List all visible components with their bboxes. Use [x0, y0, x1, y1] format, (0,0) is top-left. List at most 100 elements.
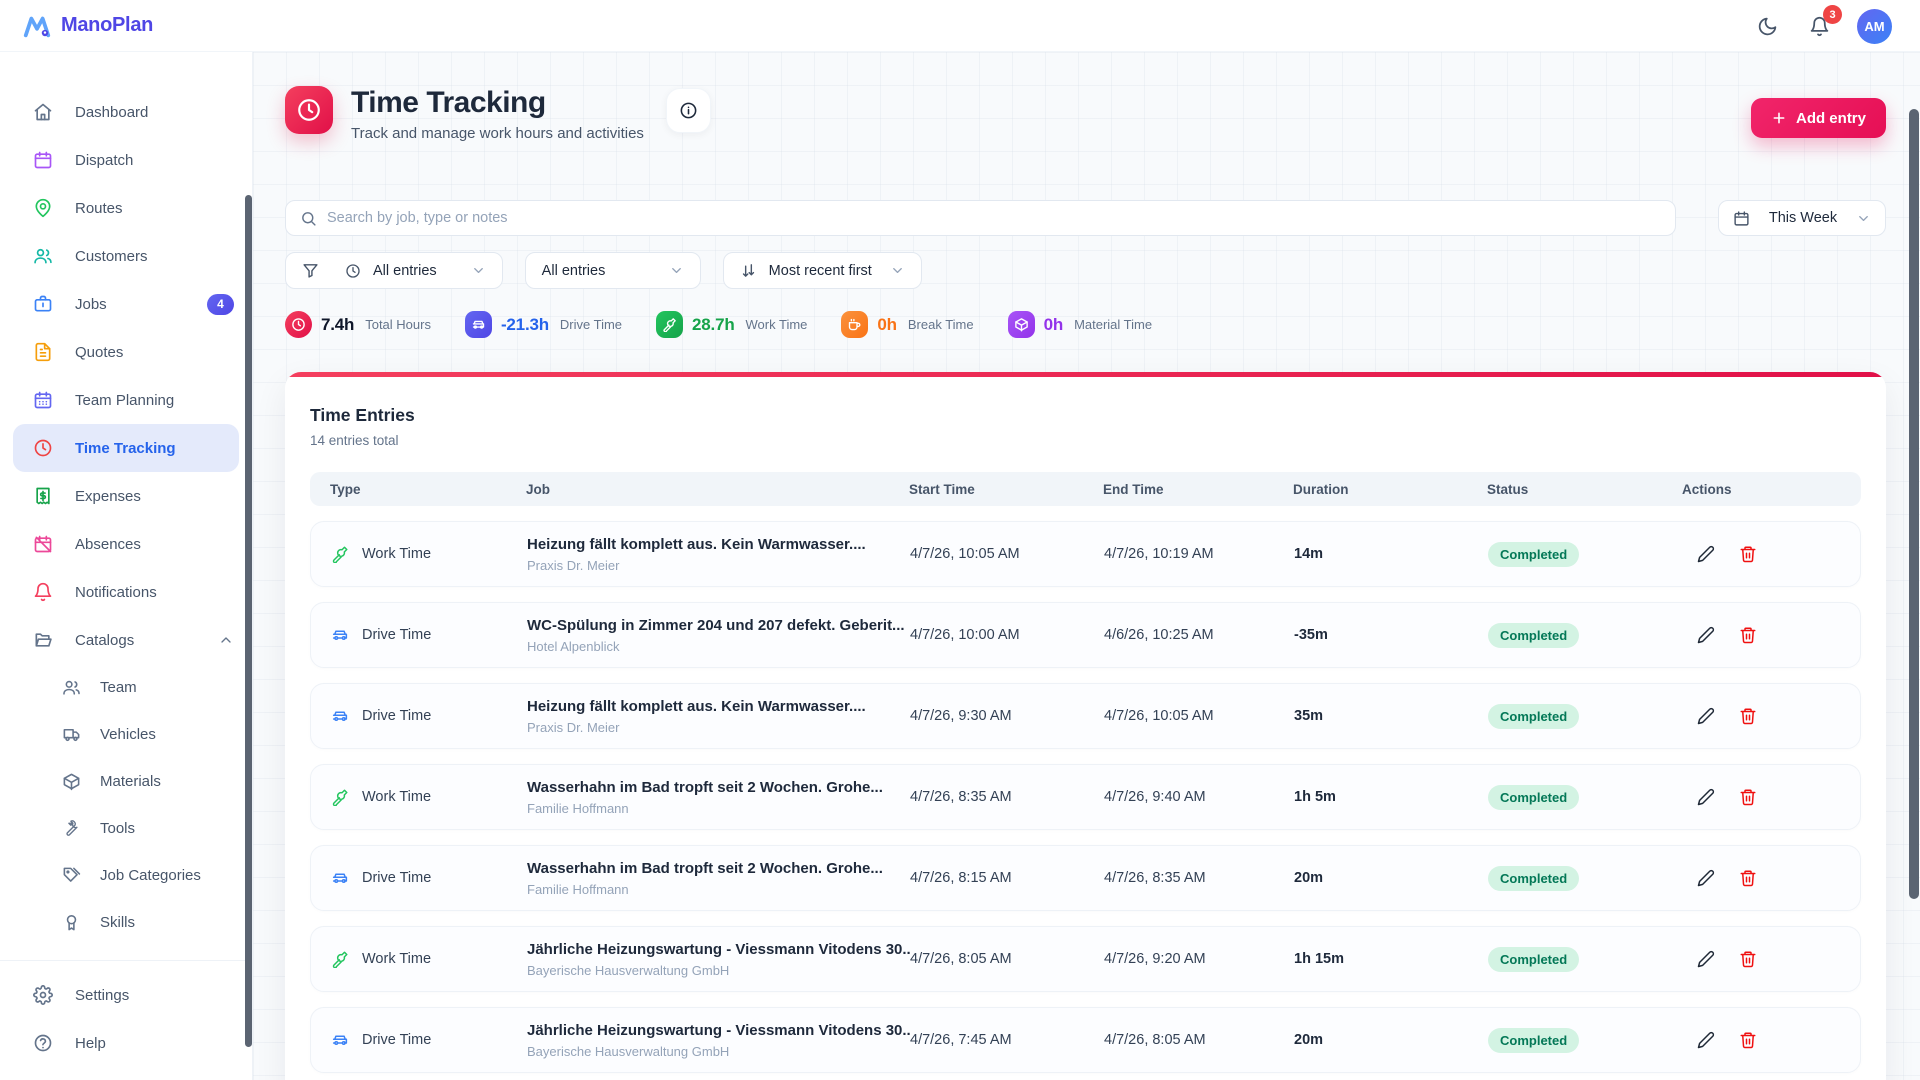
stat-material-time: 0h Material Time — [1008, 311, 1152, 338]
entry-duration: -35m — [1294, 627, 1488, 643]
entry-client: Praxis Dr. Meier — [527, 558, 910, 573]
info-button[interactable] — [666, 88, 711, 133]
edit-entry-button[interactable] — [1695, 948, 1717, 970]
table-row[interactable]: Work Time Wasserhahn im Bad tropft seit … — [310, 764, 1861, 830]
entry-end-time: 4/7/26, 9:20 AM — [1104, 951, 1294, 967]
sidebar-item-customers[interactable]: Customers — [0, 232, 252, 280]
status-filter-dropdown[interactable]: All entries — [525, 252, 701, 289]
status-badge: Completed — [1488, 1028, 1579, 1053]
sidebar-item-jobs[interactable]: Jobs 4 — [0, 280, 252, 328]
table-row[interactable]: Drive Time Jährliche Heizungswartung - V… — [310, 1007, 1861, 1073]
sort-value: Most recent first — [769, 263, 872, 279]
delete-entry-button[interactable] — [1737, 1029, 1759, 1051]
sidebar-item-expenses[interactable]: Expenses — [0, 472, 252, 520]
file-text-icon — [33, 342, 53, 362]
delete-entry-button[interactable] — [1737, 705, 1759, 727]
sidebar-item-team[interactable]: Team — [0, 664, 252, 711]
sidebar-item-time-tracking[interactable]: Time Tracking — [13, 424, 239, 472]
column-actions: Actions — [1682, 482, 1861, 497]
delete-entry-button[interactable] — [1737, 867, 1759, 889]
delete-entry-button[interactable] — [1737, 948, 1759, 970]
notifications-button[interactable]: 3 — [1805, 12, 1833, 40]
brand-logo[interactable]: ManoPlan — [0, 11, 253, 41]
pencil-icon — [1697, 626, 1715, 644]
add-entry-button[interactable]: Add entry — [1751, 98, 1886, 138]
stat-drive-time: -21.3h Drive Time — [465, 311, 622, 338]
entry-client: Hotel Alpenblick — [527, 639, 910, 654]
page-scrollbar[interactable] — [1909, 109, 1919, 899]
sidebar-item-notifications[interactable]: Notifications — [0, 568, 252, 616]
search-bar[interactable] — [285, 200, 1676, 236]
stats-row: 7.4h Total Hours -21.3h Drive Time 28.7h… — [285, 311, 1886, 338]
page-title: Time Tracking — [351, 86, 644, 119]
sidebar-item-label: Notifications — [75, 584, 157, 601]
entry-job-title: Jährliche Heizungswartung - Viessmann Vi… — [527, 941, 910, 958]
entry-type: Drive Time — [362, 708, 431, 724]
sidebar-item-label: Skills — [100, 914, 135, 931]
table-row[interactable]: Drive Time Wasserhahn im Bad tropft seit… — [310, 845, 1861, 911]
pencil-icon — [1697, 707, 1715, 725]
sidebar-scrollbar[interactable] — [245, 195, 252, 1047]
table-row[interactable]: Drive Time WC-Spülung in Zimmer 204 und … — [310, 602, 1861, 668]
sidebar-item-absences[interactable]: Absences — [0, 520, 252, 568]
award-icon — [62, 913, 81, 932]
delete-entry-button[interactable] — [1737, 786, 1759, 808]
column-end-time: End Time — [1103, 482, 1293, 497]
table-row[interactable]: Work Time Heizung fällt komplett aus. Ke… — [310, 521, 1861, 587]
column-status: Status — [1487, 482, 1682, 497]
edit-entry-button[interactable] — [1695, 543, 1717, 565]
dark-mode-toggle[interactable] — [1753, 12, 1781, 40]
clock-icon — [33, 438, 53, 458]
sidebar-item-dispatch[interactable]: Dispatch — [0, 136, 252, 184]
trash-icon — [1739, 1031, 1757, 1049]
entry-start-time: 4/7/26, 9:30 AM — [910, 708, 1104, 724]
funnel-icon — [302, 262, 319, 279]
table-row[interactable]: Work Time Jährliche Heizungswartung - Vi… — [310, 926, 1861, 992]
edit-entry-button[interactable] — [1695, 786, 1717, 808]
edit-entry-button[interactable] — [1695, 705, 1717, 727]
column-job: Job — [526, 482, 909, 497]
sidebar-item-vehicles[interactable]: Vehicles — [0, 711, 252, 758]
date-range-label: This Week — [1769, 210, 1837, 226]
entry-client: Familie Hoffmann — [527, 882, 910, 897]
edit-entry-button[interactable] — [1695, 867, 1717, 889]
sidebar-item-label: Quotes — [75, 344, 123, 361]
sidebar-item-routes[interactable]: Routes — [0, 184, 252, 232]
sidebar-item-materials[interactable]: Materials — [0, 758, 252, 805]
entry-end-time: 4/7/26, 8:35 AM — [1104, 870, 1294, 886]
sidebar-item-team-planning[interactable]: Team Planning — [0, 376, 252, 424]
sort-dropdown[interactable]: Most recent first — [723, 252, 922, 289]
type-filter-dropdown[interactable]: All entries — [285, 252, 503, 289]
sidebar-item-skills[interactable]: Skills — [0, 899, 252, 946]
pencil-icon — [1697, 869, 1715, 887]
gear-icon — [33, 985, 53, 1005]
stat-value: -21.3h — [501, 315, 549, 335]
sidebar-item-job-categories[interactable]: Job Categories — [0, 852, 252, 899]
edit-entry-button[interactable] — [1695, 624, 1717, 646]
sidebar-item-catalogs[interactable]: Catalogs — [0, 616, 252, 664]
trash-icon — [1739, 545, 1757, 563]
delete-entry-button[interactable] — [1737, 624, 1759, 646]
table-row[interactable]: Drive Time Heizung fällt komplett aus. K… — [310, 683, 1861, 749]
edit-entry-button[interactable] — [1695, 1029, 1717, 1051]
sidebar-item-help[interactable]: Help — [0, 1019, 252, 1067]
entry-type: Work Time — [362, 789, 431, 805]
car-icon — [331, 626, 349, 644]
date-range-selector[interactable]: This Week — [1718, 200, 1886, 236]
car-icon — [331, 707, 349, 725]
sidebar-item-settings[interactable]: Settings — [0, 971, 252, 1019]
manoplan-logo-icon — [22, 11, 52, 41]
jobs-count-badge: 4 — [207, 294, 234, 315]
sidebar-item-tools[interactable]: Tools — [0, 805, 252, 852]
delete-entry-button[interactable] — [1737, 543, 1759, 565]
avatar[interactable]: AM — [1857, 9, 1892, 44]
trash-icon — [1739, 950, 1757, 968]
search-input[interactable] — [327, 210, 1661, 226]
stat-value: 0h — [1044, 315, 1063, 335]
stat-break-time: 0h Break Time — [841, 311, 973, 338]
sidebar-item-dashboard[interactable]: Dashboard — [0, 88, 252, 136]
sidebar-item-quotes[interactable]: Quotes — [0, 328, 252, 376]
sidebar-item-label: Team Planning — [75, 392, 174, 409]
type-filter-value: All entries — [373, 263, 437, 279]
calendar-icon — [33, 150, 53, 170]
